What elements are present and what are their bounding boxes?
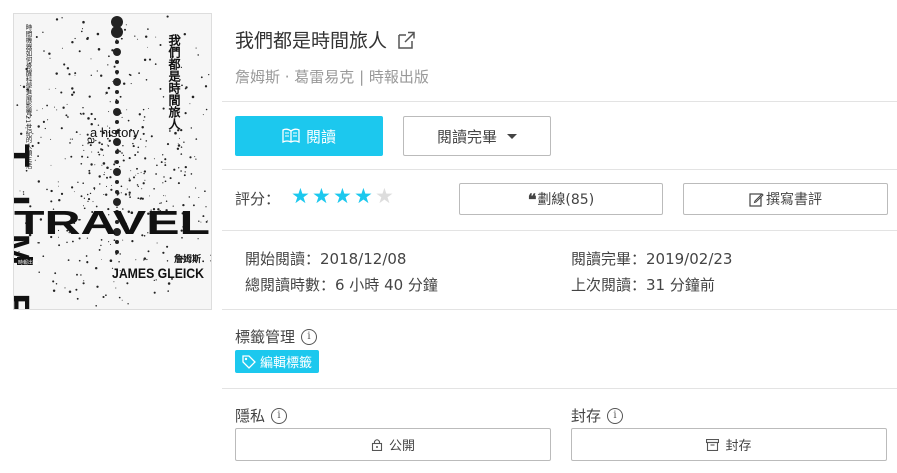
last-read-time: 上次閱讀：31 分鐘前 [571,276,715,294]
divider [222,388,897,389]
cover-word-travel: TRAVEL [14,204,210,241]
info-icon[interactable]: i [301,328,318,345]
cover-publisher-mark: 時報出版 [18,259,38,266]
external-link-icon[interactable] [395,29,417,51]
cover-zh-title: 我們都是時間旅人 [167,33,181,130]
star-icon[interactable]: ★ [333,185,354,207]
privacy-label: 隱私 [235,407,266,425]
cover-author-en: JAMES GLEICK [112,265,204,281]
archive-button[interactable]: 封存 [571,428,887,461]
star-icon[interactable]: ★ [354,185,375,207]
edit-icon [749,192,764,207]
finish-date: 閱讀完畢：2019/02/23 [571,250,733,268]
archive-box-icon [706,438,720,451]
read-button-label: 閱讀 [305,127,336,146]
chevron-down-icon [507,133,517,139]
book-open-icon [282,128,300,144]
reading-status-dropdown[interactable]: 閱讀完畢 [403,116,551,156]
quotes-button[interactable]: ❝ 劃線(85) [459,183,663,215]
read-button[interactable]: 閱讀 [235,116,383,156]
star-icon[interactable]: ★ [375,185,396,207]
book-authors: 詹姆斯 · 葛雷易克 | 時報出版 [235,68,429,86]
cover-a-history: a history [90,125,140,140]
edit-tags-label: 編輯標籤 [259,356,312,371]
star-icon[interactable]: ★ [291,185,312,207]
write-review-button[interactable]: 撰寫書評 [683,183,888,215]
star-icon[interactable]: ★ [312,185,333,207]
tags-section: 標籤管理 i [235,326,318,347]
quotes-button-label: 劃線(85) [537,192,595,208]
lock-icon [371,439,383,451]
edit-tags-button[interactable]: 編輯標籤 [235,350,319,373]
cover-author-zh: 詹姆斯．葛雷易克 [174,253,211,265]
info-icon[interactable]: i [607,407,624,424]
star-rating[interactable]: ★ ★ ★ ★ ★ [291,185,396,207]
book-title[interactable]: 我們都是時間旅人 [235,26,387,53]
write-review-label: 撰寫書評 [766,192,822,208]
divider [222,230,897,231]
book-cover[interactable]: 我們都是時間旅人 時間機器如何覺醒科學進展影響21世紀的人類生活 TIME TR… [13,13,212,310]
start-date: 開始閱讀：2018/12/08 [245,250,407,268]
total-reading-time: 總閱讀時數：6 小時 40 分鐘 [245,276,438,294]
archive-button-label: 封存 [725,439,752,454]
archive-section: 封存 i [571,405,624,426]
quote-icon: ❝ [527,189,537,209]
privacy-button-label: 公開 [388,439,415,454]
divider [222,169,897,170]
tag-icon [242,354,256,369]
reading-status-label: 閱讀完畢 [436,127,497,146]
info-icon[interactable]: i [271,407,288,424]
archive-label: 封存 [571,407,602,425]
cover-art: 我們都是時間旅人 時間機器如何覺醒科學進展影響21世紀的人類生活 TIME TR… [14,14,211,309]
divider [222,101,897,102]
tags-label: 標籤管理 [235,328,296,346]
privacy-section: 隱私 i [235,405,288,426]
divider [222,309,897,310]
privacy-button[interactable]: 公開 [235,428,551,461]
rating-label: 評分： [235,190,281,208]
